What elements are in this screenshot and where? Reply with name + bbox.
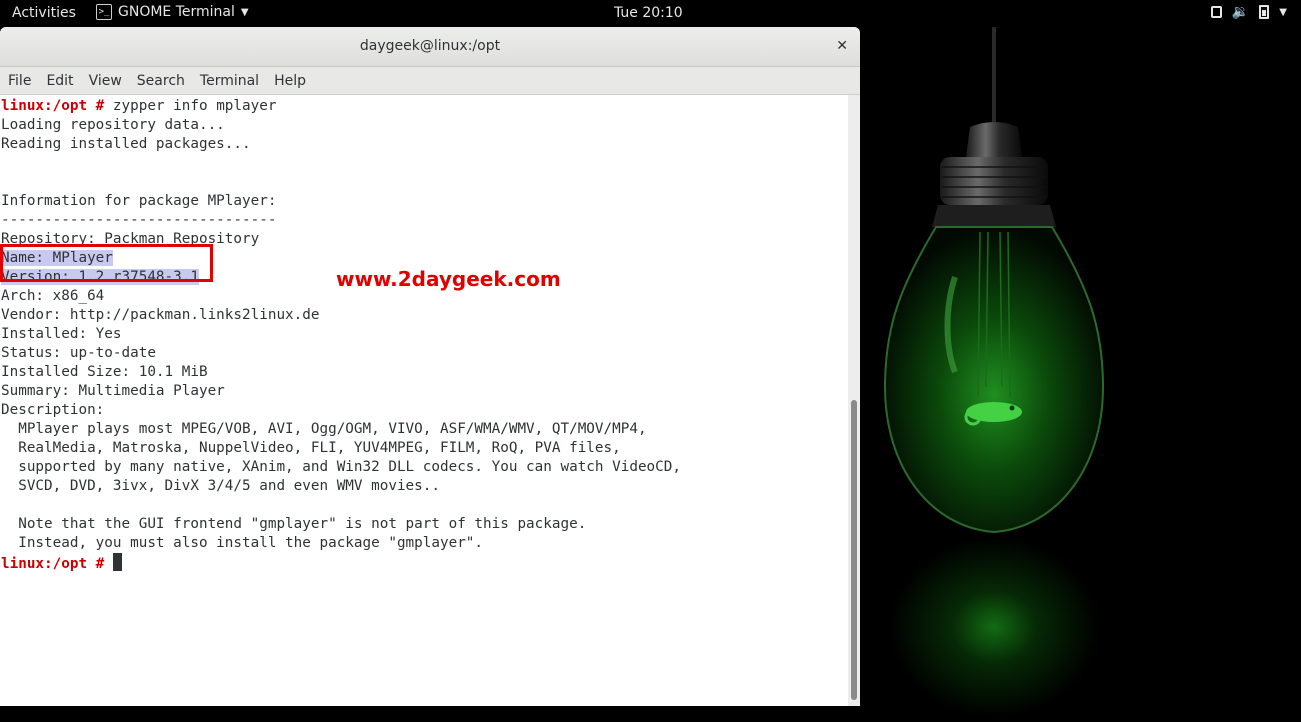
- window-title: daygeek@linux:/opt: [359, 38, 501, 54]
- chevron-down-icon: ▼: [240, 6, 249, 18]
- terminal-line: Note that the GUI frontend "gmplayer" is…: [0, 515, 848, 534]
- battery-icon[interactable]: [1259, 5, 1270, 19]
- window-icon[interactable]: [1210, 6, 1222, 18]
- menu-file[interactable]: File: [0, 73, 38, 89]
- activities-button[interactable]: Activities: [12, 5, 76, 21]
- line-text: Arch: x86_64: [1, 288, 105, 304]
- menu-view[interactable]: View: [81, 73, 129, 89]
- terminal-output[interactable]: linux:/opt # zypper info mplayer Loading …: [0, 95, 848, 706]
- desktop-wallpaper: [860, 27, 1301, 722]
- line-text: Repository: Packman Repository: [1, 231, 260, 247]
- shell-prompt: linux:/opt #: [1, 556, 113, 572]
- line-text: Summary: Multimedia Player: [1, 383, 225, 399]
- terminal-line: linux:/opt # zypper info mplayer: [0, 97, 848, 116]
- system-tray[interactable]: 🔉 ▼: [1210, 4, 1287, 20]
- terminal-line: RealMedia, Matroska, NuppelVideo, FLI, Y…: [0, 439, 848, 458]
- line-text: Instead, you must also install the packa…: [1, 535, 484, 551]
- terminal-line: MPlayer plays most MPEG/VOB, AVI, Ogg/OG…: [0, 420, 848, 439]
- top-bar: Activities >_ GNOME Terminal ▼ Tue 20:10…: [0, 0, 1301, 27]
- lightbulb-icon: [883, 27, 1105, 717]
- terminal-line: Summary: Multimedia Player: [0, 382, 848, 401]
- scrollbar[interactable]: [848, 95, 860, 706]
- line-text: Status: up-to-date: [1, 345, 156, 361]
- watermark-text: www.2daygeek.com: [336, 267, 561, 291]
- clock[interactable]: Tue 20:10: [614, 5, 683, 21]
- app-menu[interactable]: >_ GNOME Terminal ▼: [96, 4, 249, 20]
- line-text: RealMedia, Matroska, NuppelVideo, FLI, Y…: [1, 440, 621, 456]
- window-titlebar[interactable]: daygeek@linux:/opt ✕: [0, 27, 860, 67]
- menu-terminal[interactable]: Terminal: [192, 73, 266, 89]
- terminal-line: Loading repository data...: [0, 116, 848, 135]
- terminal-line: Installed: Yes: [0, 325, 848, 344]
- terminal-window[interactable]: daygeek@linux:/opt ✕ File Edit View Search T…: [0, 27, 860, 706]
- line-text: --------------------------------: [1, 212, 277, 228]
- shell-prompt: linux:/opt #: [1, 98, 113, 114]
- menu-bar: File Edit View Search Terminal Help: [0, 67, 860, 95]
- line-text: zypper info mplayer: [112, 98, 277, 114]
- terminal-line: Vendor: http://packman.links2linux.de: [0, 306, 848, 325]
- chevron-down-icon[interactable]: ▼: [1279, 7, 1287, 18]
- line-text: MPlayer plays most MPEG/VOB, AVI, Ogg/OG…: [1, 421, 647, 437]
- terminal-line: supported by many native, XAnim, and Win…: [0, 458, 848, 477]
- line-text: Reading installed packages...: [1, 136, 251, 152]
- line-text: Note that the GUI frontend "gmplayer" is…: [1, 516, 587, 532]
- terminal-line: Information for package MPlayer:: [0, 192, 848, 211]
- selected-text: Version: 1.2.r37548-3.1: [1, 269, 199, 285]
- terminal-line: Description:: [0, 401, 848, 420]
- menu-help[interactable]: Help: [266, 73, 313, 89]
- line-text: Description:: [1, 402, 105, 418]
- selected-text: Name: MPlayer: [1, 250, 113, 266]
- line-text: Information for package MPlayer:: [1, 193, 277, 209]
- text-cursor: [112, 553, 122, 571]
- scrollbar-thumb[interactable]: [851, 400, 857, 700]
- line-text: Vendor: http://packman.links2linux.de: [1, 307, 320, 323]
- terminal-line: Status: up-to-date: [0, 344, 848, 363]
- menu-edit[interactable]: Edit: [38, 73, 80, 89]
- menu-search[interactable]: Search: [129, 73, 192, 89]
- terminal-line: --------------------------------: [0, 211, 848, 230]
- line-text: supported by many native, XAnim, and Win…: [1, 459, 681, 475]
- terminal-line: Name: MPlayer: [0, 249, 848, 268]
- volume-icon[interactable]: 🔉: [1232, 4, 1249, 20]
- line-text: Installed Size: 10.1 MiB: [1, 364, 208, 380]
- app-menu-label: GNOME Terminal: [118, 4, 235, 20]
- terminal-line: Installed Size: 10.1 MiB: [0, 363, 848, 382]
- terminal-line: Reading installed packages...: [0, 135, 848, 154]
- close-icon[interactable]: ✕: [836, 27, 848, 65]
- line-text: SVCD, DVD, 3ivx, DivX 3/4/5 and even WMV…: [1, 478, 440, 494]
- terminal-line: linux:/opt #: [0, 553, 848, 572]
- line-text: Installed: Yes: [1, 326, 122, 342]
- line-text: Loading repository data...: [1, 117, 225, 133]
- terminal-line: SVCD, DVD, 3ivx, DivX 3/4/5 and even WMV…: [0, 477, 848, 496]
- terminal-line: Instead, you must also install the packa…: [0, 534, 848, 553]
- terminal-line: Repository: Packman Repository: [0, 230, 848, 249]
- terminal-icon: >_: [96, 4, 112, 20]
